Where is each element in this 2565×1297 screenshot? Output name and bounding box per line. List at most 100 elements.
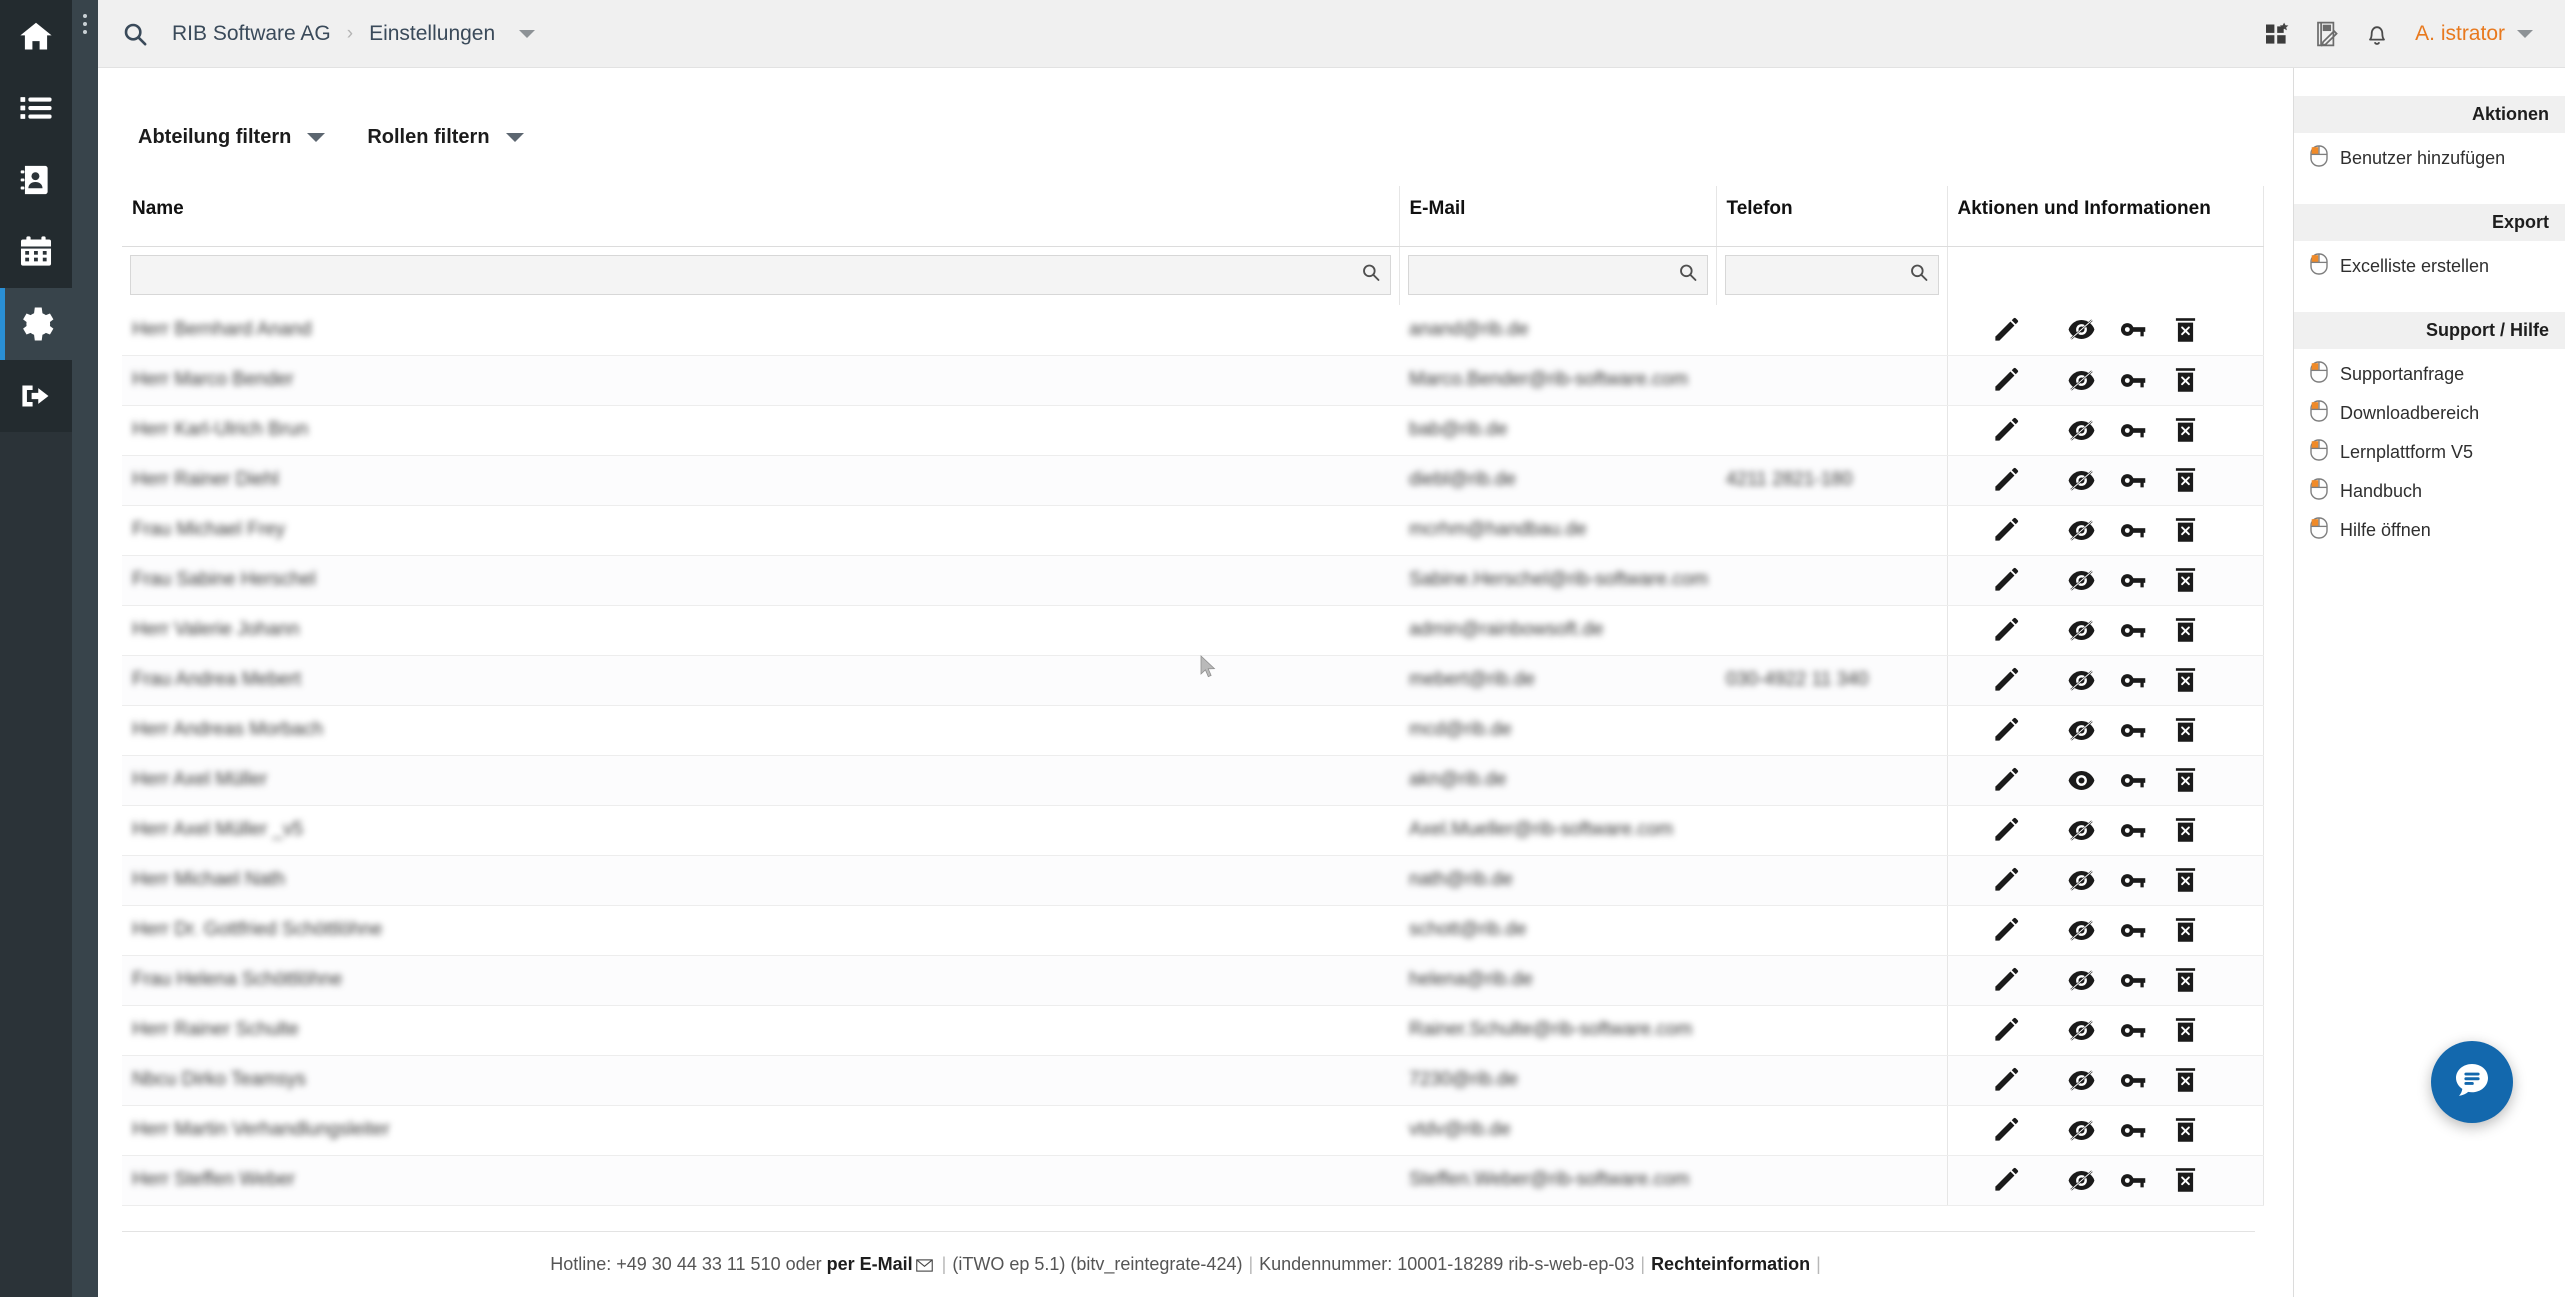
edit-user-button[interactable] xyxy=(1980,910,2032,950)
reset-password-button[interactable] xyxy=(2108,710,2160,750)
toggle-hidden-button[interactable] xyxy=(2056,560,2108,600)
delete-user-button[interactable] xyxy=(2160,1010,2212,1050)
panel-item[interactable]: Benutzer hinzufügen xyxy=(2294,139,2565,178)
reset-password-button[interactable] xyxy=(2108,910,2160,950)
footer-legal-link[interactable]: Rechteinformation xyxy=(1651,1254,1810,1274)
search-field-phone[interactable] xyxy=(1724,255,1939,295)
search-input-email[interactable] xyxy=(1408,256,1707,294)
table-row[interactable]: Herr Axel Müller akn@rib.de xyxy=(122,755,2264,806)
edit-user-button[interactable] xyxy=(1980,360,2032,400)
notepad-edit-icon[interactable] xyxy=(2315,21,2339,47)
more-options-icon[interactable] xyxy=(83,14,87,34)
column-header-name[interactable]: Name xyxy=(122,186,1400,247)
toggle-hidden-button[interactable] xyxy=(2056,1110,2108,1150)
edit-user-button[interactable] xyxy=(1980,1010,2032,1050)
table-row[interactable]: Herr Martin Verhandlungsleiter vtdv@rib.d… xyxy=(122,1105,2264,1156)
delete-user-button[interactable] xyxy=(2160,360,2212,400)
panel-item[interactable]: Lernplattform V5 xyxy=(2294,433,2565,472)
chat-fab-button[interactable] xyxy=(2431,1041,2513,1123)
table-row[interactable]: Herr Dr. Gottfried Schöttlöhne schott@rib… xyxy=(122,905,2264,956)
toggle-hidden-button[interactable] xyxy=(2056,310,2108,350)
filter-department-button[interactable]: Abteilung filtern xyxy=(122,118,341,157)
sidebar-item-calendar[interactable] xyxy=(0,216,72,288)
delete-user-button[interactable] xyxy=(2160,410,2212,450)
delete-user-button[interactable] xyxy=(2160,560,2212,600)
toggle-visible-button[interactable] xyxy=(2056,760,2108,800)
table-row[interactable]: Herr Rainer Schulte Rainer.Schulte@rib-so… xyxy=(122,1005,2264,1056)
sidebar-item-contacts[interactable] xyxy=(0,144,72,216)
edit-user-button[interactable] xyxy=(1980,710,2032,750)
footer-mail-link[interactable]: per E-Mail xyxy=(827,1254,913,1274)
table-row[interactable]: Nbcu Dirko Teamsys 7230@rib.de xyxy=(122,1055,2264,1106)
edit-user-button[interactable] xyxy=(1980,960,2032,1000)
delete-user-button[interactable] xyxy=(2160,460,2212,500)
edit-user-button[interactable] xyxy=(1980,560,2032,600)
reset-password-button[interactable] xyxy=(2108,410,2160,450)
reset-password-button[interactable] xyxy=(2108,510,2160,550)
delete-user-button[interactable] xyxy=(2160,1110,2212,1150)
toggle-hidden-button[interactable] xyxy=(2056,660,2108,700)
toggle-hidden-button[interactable] xyxy=(2056,510,2108,550)
edit-user-button[interactable] xyxy=(1980,1160,2032,1200)
edit-user-button[interactable] xyxy=(1980,1110,2032,1150)
edit-user-button[interactable] xyxy=(1980,310,2032,350)
apps-grid-icon[interactable] xyxy=(2265,22,2289,46)
toggle-hidden-button[interactable] xyxy=(2056,360,2108,400)
delete-user-button[interactable] xyxy=(2160,610,2212,650)
reset-password-button[interactable] xyxy=(2108,660,2160,700)
edit-user-button[interactable] xyxy=(1980,810,2032,850)
edit-user-button[interactable] xyxy=(1980,410,2032,450)
table-row[interactable]: Herr Michael Nath nath@rib.de xyxy=(122,855,2264,906)
edit-user-button[interactable] xyxy=(1980,660,2032,700)
toggle-hidden-button[interactable] xyxy=(2056,910,2108,950)
table-row[interactable]: Frau Michael Frey mcrhm@handbau.de xyxy=(122,505,2264,556)
toggle-hidden-button[interactable] xyxy=(2056,460,2108,500)
column-header-email[interactable]: E-Mail xyxy=(1399,186,1717,247)
table-row[interactable]: Frau Andrea Mebert mebert@rib.de 030-4922 … xyxy=(122,655,2264,706)
reset-password-button[interactable] xyxy=(2108,1060,2160,1100)
search-input-name[interactable] xyxy=(131,256,1390,294)
sidebar-item-home[interactable] xyxy=(0,0,72,72)
edit-user-button[interactable] xyxy=(1980,1060,2032,1100)
toggle-hidden-button[interactable] xyxy=(2056,1010,2108,1050)
sidebar-item-settings[interactable] xyxy=(0,288,72,360)
toggle-hidden-button[interactable] xyxy=(2056,860,2108,900)
reset-password-button[interactable] xyxy=(2108,360,2160,400)
reset-password-button[interactable] xyxy=(2108,560,2160,600)
toggle-hidden-button[interactable] xyxy=(2056,960,2108,1000)
table-row[interactable]: Herr Rainer Diehl diebl@rib.de 4211 2821-1… xyxy=(122,455,2264,506)
panel-item[interactable]: Supportanfrage xyxy=(2294,355,2565,394)
edit-user-button[interactable] xyxy=(1980,610,2032,650)
reset-password-button[interactable] xyxy=(2108,960,2160,1000)
table-row[interactable]: Herr Karl-Ulrich Brun bab@rib.de xyxy=(122,405,2264,456)
reset-password-button[interactable] xyxy=(2108,1010,2160,1050)
filter-roles-button[interactable]: Rollen filtern xyxy=(351,118,539,157)
user-chevron-down-icon[interactable] xyxy=(2517,29,2533,38)
delete-user-button[interactable] xyxy=(2160,1060,2212,1100)
reset-password-button[interactable] xyxy=(2108,1160,2160,1200)
toggle-hidden-button[interactable] xyxy=(2056,610,2108,650)
delete-user-button[interactable] xyxy=(2160,310,2212,350)
reset-password-button[interactable] xyxy=(2108,460,2160,500)
table-row[interactable]: Herr Steffen Weber Steffen.Weber@rib-soft… xyxy=(122,1155,2264,1206)
chevron-down-icon[interactable] xyxy=(519,29,536,38)
toggle-hidden-button[interactable] xyxy=(2056,410,2108,450)
reset-password-button[interactable] xyxy=(2108,810,2160,850)
delete-user-button[interactable] xyxy=(2160,710,2212,750)
panel-item[interactable]: Handbuch xyxy=(2294,472,2565,511)
delete-user-button[interactable] xyxy=(2160,660,2212,700)
delete-user-button[interactable] xyxy=(2160,1160,2212,1200)
reset-password-button[interactable] xyxy=(2108,310,2160,350)
table-row[interactable]: Herr Bernhard Anand anand@rib.de xyxy=(122,305,2264,356)
toggle-hidden-button[interactable] xyxy=(2056,1060,2108,1100)
reset-password-button[interactable] xyxy=(2108,1110,2160,1150)
table-row[interactable]: Frau Helena Schöttlöhne helena@rib.de xyxy=(122,955,2264,1006)
panel-item[interactable]: Excelliste erstellen xyxy=(2294,247,2565,286)
delete-user-button[interactable] xyxy=(2160,910,2212,950)
search-icon[interactable] xyxy=(112,11,158,57)
table-row[interactable]: Herr Valerie Johann admin@rainbowsoft.de xyxy=(122,605,2264,656)
delete-user-button[interactable] xyxy=(2160,960,2212,1000)
toggle-hidden-button[interactable] xyxy=(2056,810,2108,850)
search-field-email[interactable] xyxy=(1407,255,1708,295)
edit-user-button[interactable] xyxy=(1980,860,2032,900)
